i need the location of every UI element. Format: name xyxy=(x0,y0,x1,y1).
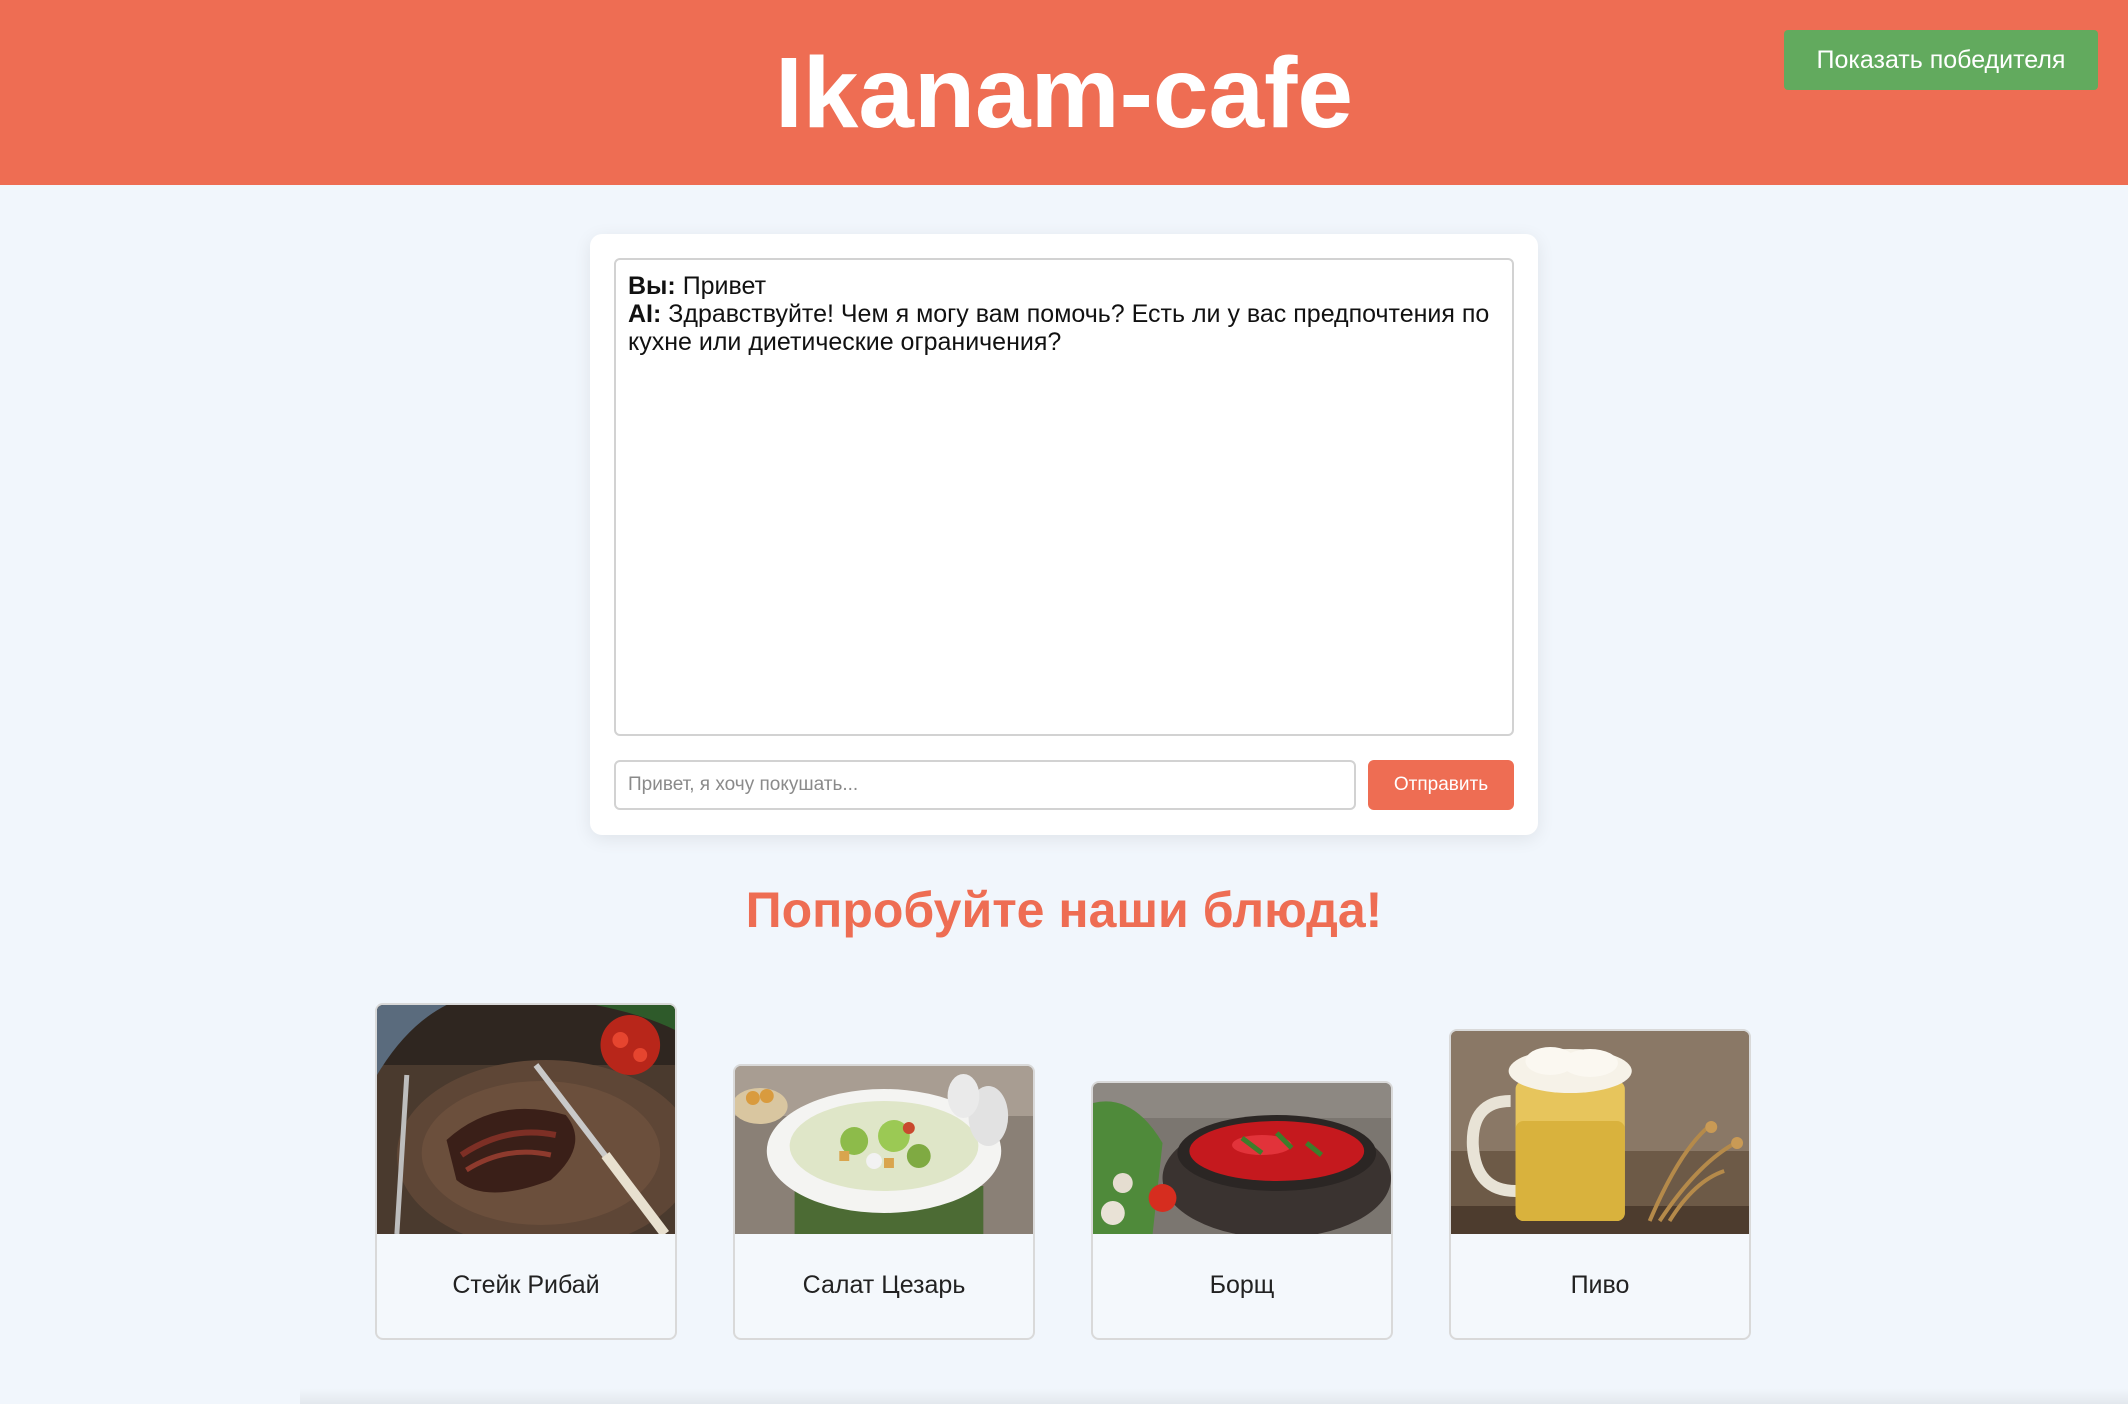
steak-photo xyxy=(377,1005,675,1234)
dish-name: Пиво xyxy=(1570,1270,1630,1299)
beer-photo xyxy=(1451,1031,1749,1234)
message-speaker: AI: xyxy=(628,300,662,328)
caesar-salad-photo xyxy=(735,1066,1033,1234)
dish-name: Борщ xyxy=(1209,1270,1275,1299)
dish-name: Салат Цезарь xyxy=(802,1270,966,1299)
footer-shadow xyxy=(300,1388,2128,1404)
chat-message-ai: AI: Здравствуйте! Чем я могу вам помочь?… xyxy=(628,300,1500,356)
send-button[interactable]: Отправить xyxy=(1368,760,1514,810)
site-header: Ikanam-cafe Показать победителя xyxy=(0,0,2128,185)
message-speaker: Вы: xyxy=(628,272,676,300)
dish-card-borscht[interactable]: Борщ xyxy=(1091,1081,1393,1340)
dishes-heading: Попробуйте наши блюда! xyxy=(745,882,1383,938)
borscht-photo xyxy=(1093,1083,1391,1234)
dish-name: Стейк Рибай xyxy=(452,1270,600,1299)
chat-log[interactable]: Вы: Привет AI: Здравствуйте! Чем я могу … xyxy=(614,258,1514,736)
dish-card-caesar-salad[interactable]: Салат Цезарь xyxy=(733,1064,1035,1340)
dish-card-steak[interactable]: Стейк Рибай xyxy=(375,1003,677,1340)
message-text: Привет xyxy=(682,272,767,300)
message-text: Здравствуйте! Чем я могу вам помочь? Ест… xyxy=(628,300,1490,356)
chat-panel: Вы: Привет AI: Здравствуйте! Чем я могу … xyxy=(590,234,1538,835)
chat-message-user: Вы: Привет xyxy=(628,272,1500,300)
show-winner-button[interactable]: Показать победителя xyxy=(1784,30,2098,90)
dish-card-beer[interactable]: Пиво xyxy=(1449,1029,1751,1340)
chat-input[interactable] xyxy=(614,760,1356,810)
